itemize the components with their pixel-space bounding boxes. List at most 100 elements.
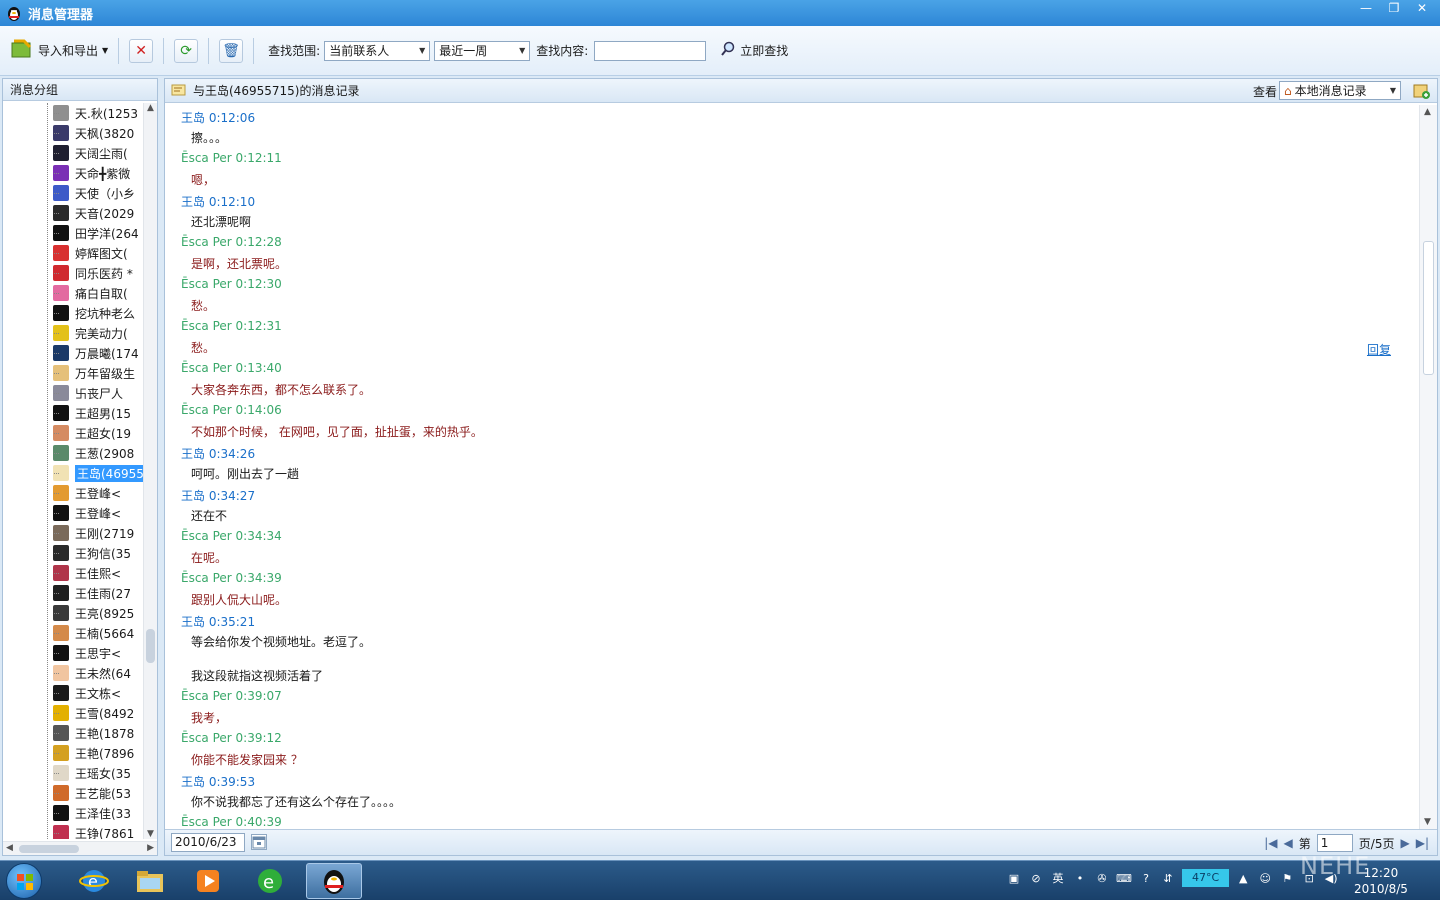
delete-button[interactable]: ✕ xyxy=(129,38,154,63)
taskbar-explorer-button[interactable] xyxy=(122,863,178,899)
contact-item[interactable]: 王狗信(35 xyxy=(53,543,143,563)
contact-item[interactable]: 王未然(64 xyxy=(53,663,143,683)
period-select[interactable]: 最近一周 ▼ xyxy=(434,40,531,61)
refresh-button[interactable]: ⟳ xyxy=(174,38,199,63)
scroll-up-icon[interactable]: ▲ xyxy=(1424,107,1431,117)
contact-name: 王艳(1878 xyxy=(75,726,135,741)
last-page-icon[interactable]: ▶| xyxy=(1416,836,1429,850)
contact-item[interactable]: 王楠(5664 xyxy=(53,623,143,643)
contact-item[interactable]: 王超男(15 xyxy=(53,403,143,423)
contact-name: 王岛(46955 xyxy=(75,464,143,482)
contact-item[interactable]: 王葱(2908 xyxy=(53,443,143,463)
taskbar-media-player-button[interactable] xyxy=(180,863,236,899)
taskbar-360-browser-button[interactable]: e xyxy=(242,863,298,899)
tray-user-icon[interactable]: ☺ xyxy=(1257,870,1273,886)
contact-name: 王超女(19 xyxy=(75,426,131,441)
sidebar-horizontal-scrollbar[interactable]: ◀ ▶ xyxy=(3,841,157,855)
weather-widget[interactable]: 47°C xyxy=(1182,869,1230,887)
contact-item[interactable]: 田学洋(264 xyxy=(53,223,143,243)
contact-item[interactable]: 天阔尘雨( xyxy=(53,143,143,163)
contact-item[interactable]: 婷辉图文( xyxy=(53,243,143,263)
contact-item[interactable]: 王佳熙< xyxy=(53,563,143,583)
scroll-thumb[interactable] xyxy=(1423,241,1434,375)
contact-item[interactable]: 王艺能(53 xyxy=(53,783,143,803)
tray-tools-icon[interactable]: ✇ xyxy=(1094,870,1110,886)
contact-item[interactable]: 王刚(2719 xyxy=(53,523,143,543)
contact-item[interactable]: 王登峰< xyxy=(53,503,143,523)
contact-item[interactable]: 痛白自取( xyxy=(53,283,143,303)
message-vertical-scrollbar[interactable]: ▲ ▼ xyxy=(1419,105,1437,829)
contact-item[interactable]: 王艳(7896 xyxy=(53,743,143,763)
contact-item[interactable]: 天音(2029 xyxy=(53,203,143,223)
scroll-thumb[interactable] xyxy=(19,845,79,853)
view-source-select[interactable]: ⌂ 本地消息记录 ▼ xyxy=(1279,81,1401,100)
contact-item[interactable]: 万晨曦(174 xyxy=(53,343,143,363)
contact-item[interactable]: 挖坑种老么 xyxy=(53,303,143,323)
chat-log-icon xyxy=(171,83,187,99)
content-label: 查找内容: xyxy=(536,44,589,58)
tray-keyboard-icon[interactable]: ⌨ xyxy=(1116,870,1132,886)
next-page-icon[interactable]: ▶ xyxy=(1400,836,1409,850)
contact-item[interactable]: 王亮(8925 xyxy=(53,603,143,623)
minimize-button[interactable]: — xyxy=(1352,0,1380,18)
scroll-down-icon[interactable]: ▼ xyxy=(147,829,154,839)
maximize-button[interactable]: ❐ xyxy=(1380,0,1408,18)
contact-item[interactable]: 王铮(7861 xyxy=(53,823,143,839)
scroll-thumb[interactable] xyxy=(146,629,155,663)
contact-item[interactable]: 王佳雨(27 xyxy=(53,583,143,603)
contact-item[interactable]: 天.秋(1253 xyxy=(53,103,143,123)
contact-item[interactable]: 天枫(3820 xyxy=(53,123,143,143)
prev-page-icon[interactable]: ◀ xyxy=(1284,836,1293,850)
contact-item[interactable]: 王岛(46955 xyxy=(53,463,143,483)
contact-item[interactable]: 王思宇< xyxy=(53,643,143,663)
scroll-up-icon[interactable]: ▲ xyxy=(147,103,154,113)
cleanup-button[interactable]: 🗑 xyxy=(219,38,244,63)
contact-item[interactable]: 万年留级生 xyxy=(53,363,143,383)
contact-item[interactable]: 卐丧尸人 xyxy=(53,383,143,403)
contact-item[interactable]: 王艳(1878 xyxy=(53,723,143,743)
ime-indicator[interactable]: 英 xyxy=(1050,870,1066,886)
help-icon[interactable]: ? xyxy=(1138,870,1154,886)
contact-item[interactable]: 王雪(8492 xyxy=(53,703,143,723)
taskbar-qq-button[interactable] xyxy=(306,863,362,899)
contact-name: 王登峰< xyxy=(75,506,122,521)
taskbar-ie-button[interactable]: e xyxy=(66,863,122,899)
message-text: 大家各奔东西，都不怎么联系了。 xyxy=(191,383,372,397)
range-select[interactable]: 当前联系人 ▼ xyxy=(324,40,431,61)
tray-expand-icon[interactable]: ⇵ xyxy=(1160,870,1176,886)
sidebar-vertical-scrollbar[interactable]: ▲ ▼ xyxy=(143,103,157,839)
tray-dot-icon[interactable]: • xyxy=(1072,870,1088,886)
export-record-icon[interactable] xyxy=(1413,82,1431,103)
contact-item[interactable]: 完美动力( xyxy=(53,323,143,343)
scroll-left-icon[interactable]: ◀ xyxy=(6,843,13,853)
contact-item[interactable]: 王泽佳(33 xyxy=(53,803,143,823)
contact-item[interactable]: 王登峰< xyxy=(53,483,143,503)
show-hidden-icons[interactable]: ▲ xyxy=(1235,870,1251,886)
search-button[interactable]: 立即查找 xyxy=(720,41,792,60)
contact-item[interactable]: 王瑶女(35 xyxy=(53,763,143,783)
message-header: Ēsca Per 0:12:11 xyxy=(181,151,282,165)
import-export-button[interactable]: 导入和导出 ▼ xyxy=(10,37,108,64)
start-button[interactable] xyxy=(6,863,42,899)
message-text: 愁。 xyxy=(191,341,216,355)
tray-block-icon[interactable]: ⊘ xyxy=(1028,870,1044,886)
scroll-down-icon[interactable]: ▼ xyxy=(1424,817,1431,827)
page-input[interactable]: 1 xyxy=(1316,834,1353,852)
tray-app-icon[interactable]: ▣ xyxy=(1006,870,1022,886)
contact-item[interactable]: 同乐医药 * xyxy=(53,263,143,283)
contact-item[interactable]: 王文栋< xyxy=(53,683,143,703)
reply-link[interactable]: 回复 xyxy=(1367,341,1391,358)
flag-icon[interactable]: ⚑ xyxy=(1279,870,1295,886)
contact-name: 王泽佳(33 xyxy=(75,806,131,821)
search-input[interactable] xyxy=(594,40,707,61)
contact-item[interactable]: 天使（小乡 xyxy=(53,183,143,203)
contact-item[interactable]: 王超女(19 xyxy=(53,423,143,443)
first-page-icon[interactable]: |◀ xyxy=(1264,836,1277,850)
contact-name: 王艺能(53 xyxy=(75,786,131,801)
calendar-button[interactable] xyxy=(251,834,267,850)
date-field[interactable]: 2010/6/23 xyxy=(171,833,245,852)
message-text: 还北漂呢啊 xyxy=(191,215,252,229)
contact-item[interactable]: 天命╋紫微 xyxy=(53,163,143,183)
scroll-right-icon[interactable]: ▶ xyxy=(147,843,154,853)
close-button[interactable]: ✕ xyxy=(1408,0,1436,18)
